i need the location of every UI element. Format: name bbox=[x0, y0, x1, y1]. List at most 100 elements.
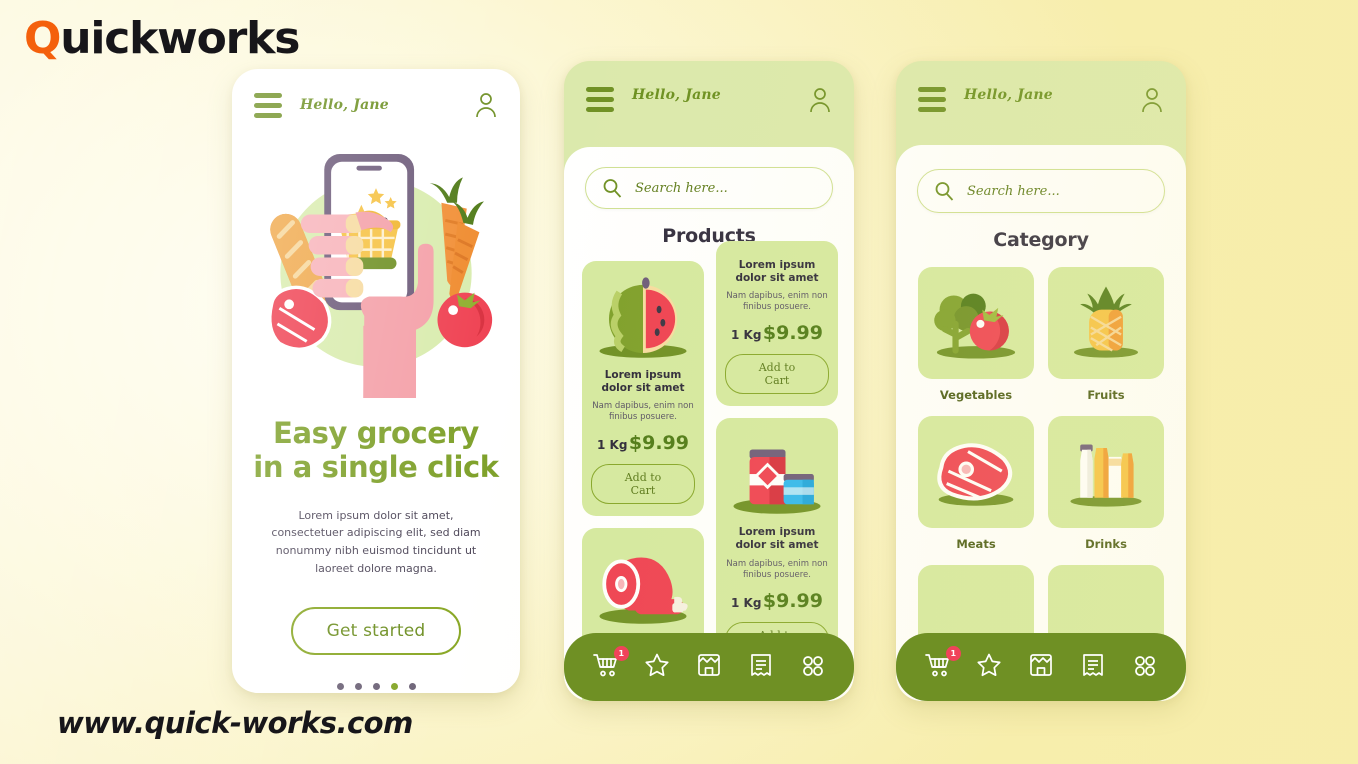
store-icon bbox=[696, 652, 722, 683]
phone-screen-onboarding: Hello, Jane Easy grocery in a single cli… bbox=[232, 69, 520, 693]
hero-title-line-2: in a single click bbox=[253, 449, 499, 484]
category-item-meats[interactable]: Meats bbox=[918, 416, 1034, 551]
nav-button-more[interactable] bbox=[1127, 650, 1161, 684]
user-icon[interactable] bbox=[1140, 87, 1164, 113]
user-icon[interactable] bbox=[474, 92, 498, 118]
search-input[interactable]: Search here... bbox=[917, 169, 1165, 213]
product-description: Nam dapibus, enim non finibus posuere. bbox=[726, 291, 828, 313]
app-header-1: Hello, Jane bbox=[232, 69, 520, 141]
carousel-dot-1[interactable] bbox=[336, 683, 344, 691]
content-panel-category: Search here... Category Vegetables Fruit… bbox=[896, 145, 1186, 701]
category-item-fruits[interactable]: Fruits bbox=[1048, 267, 1164, 402]
product-description: Nam dapibus, enim non finibus posuere. bbox=[592, 401, 694, 423]
nav-button-more[interactable] bbox=[795, 650, 829, 684]
search-placeholder: Search here... bbox=[967, 183, 1060, 199]
get-started-button[interactable]: Get started bbox=[290, 607, 462, 656]
receipt-icon bbox=[1080, 652, 1106, 683]
jars-icon bbox=[725, 428, 829, 522]
site-url: www.quick-works.com bbox=[57, 706, 413, 740]
greeting-text: Hello, Jane bbox=[632, 87, 721, 103]
brand-logo: Quickworks bbox=[24, 13, 300, 64]
phone-screen-products: Hello, Jane Search here... Products Lore… bbox=[564, 61, 854, 701]
product-price-row: 1 Kg $9.99 bbox=[725, 590, 829, 612]
greeting-text: Hello, Jane bbox=[300, 97, 389, 113]
hero-title-line-1: Easy grocery bbox=[273, 416, 479, 450]
steak-icon bbox=[937, 443, 1014, 506]
category-label: Drinks bbox=[1085, 537, 1127, 551]
category-tile[interactable] bbox=[918, 267, 1034, 379]
search-input[interactable]: Search here... bbox=[585, 167, 833, 209]
bottom-navigation: 1 bbox=[564, 633, 854, 701]
category-tile[interactable] bbox=[1048, 267, 1164, 379]
user-icon[interactable] bbox=[808, 87, 832, 113]
product-title: Lorem ipsum dolor sit amet bbox=[735, 526, 819, 552]
cta-container: Get started bbox=[232, 607, 520, 656]
product-price-row: 1 Kg $9.99 bbox=[725, 322, 829, 344]
product-title: Lorem ipsum dolor sit amet bbox=[601, 369, 685, 395]
ham-icon bbox=[591, 538, 695, 632]
add-to-cart-button[interactable]: Add to Cart bbox=[725, 354, 829, 395]
search-icon bbox=[934, 181, 954, 201]
category-label: Vegetables bbox=[939, 388, 1013, 402]
nav-button-cart[interactable]: 1 bbox=[589, 646, 629, 684]
page-background: Quickworks www.quick-works.com Hello, Ja… bbox=[0, 0, 1358, 764]
hamburger-icon[interactable] bbox=[918, 87, 946, 112]
content-panel-products: Search here... Products Lorem ipsum dolo… bbox=[564, 147, 854, 701]
app-header-2: Hello, Jane bbox=[564, 61, 854, 147]
add-to-cart-button[interactable]: Add to Cart bbox=[591, 464, 695, 505]
product-price: $9.99 bbox=[762, 589, 823, 612]
product-weight: 1 Kg bbox=[731, 328, 762, 343]
product-card[interactable]: Lorem ipsum dolor sit amet Nam dapibus, … bbox=[582, 261, 704, 517]
category-tile[interactable] bbox=[1048, 416, 1164, 528]
hamburger-icon[interactable] bbox=[586, 87, 614, 112]
cart-badge: 1 bbox=[613, 646, 629, 661]
app-header-3: Hello, Jane bbox=[896, 61, 1186, 147]
brand-logo-initial: Q bbox=[24, 13, 61, 64]
hero-illustration bbox=[232, 141, 520, 411]
hamburger-icon[interactable] bbox=[254, 92, 282, 118]
star-icon bbox=[644, 652, 670, 683]
greeting-text: Hello, Jane bbox=[964, 87, 1053, 103]
brand-logo-text: uickworks bbox=[60, 13, 300, 64]
nav-button-orders[interactable] bbox=[744, 650, 778, 684]
broccoli-tomato-icon bbox=[934, 293, 1016, 359]
category-tile[interactable] bbox=[918, 416, 1034, 528]
pineapple-icon bbox=[1074, 286, 1138, 358]
nav-button-orders[interactable] bbox=[1076, 650, 1110, 684]
product-price: $9.99 bbox=[762, 322, 823, 345]
category-label: Meats bbox=[956, 537, 996, 551]
nav-button-store[interactable] bbox=[1024, 650, 1058, 684]
search-placeholder: Search here... bbox=[635, 180, 728, 196]
product-weight: 1 Kg bbox=[597, 438, 628, 453]
product-title: Lorem ipsum dolor sit amet bbox=[735, 259, 819, 285]
product-price: $9.99 bbox=[628, 432, 689, 455]
product-price-row: 1 Kg $9.99 bbox=[591, 432, 695, 454]
nav-button-favorites[interactable] bbox=[972, 650, 1006, 684]
category-item-drinks[interactable]: Drinks bbox=[1048, 416, 1164, 551]
nav-button-store[interactable] bbox=[692, 650, 726, 684]
receipt-icon bbox=[748, 652, 774, 683]
grid-dots-icon bbox=[1131, 652, 1157, 683]
carousel-dot-2[interactable] bbox=[354, 683, 362, 691]
category-grid: Vegetables Fruits Meats Drinks bbox=[896, 251, 1186, 677]
nav-button-favorites[interactable] bbox=[640, 650, 674, 684]
grid-dots-icon bbox=[799, 652, 825, 683]
star-icon bbox=[976, 652, 1002, 683]
carousel-dots bbox=[232, 683, 520, 691]
product-weight: 1 Kg bbox=[731, 595, 762, 610]
cart-badge: 1 bbox=[945, 646, 961, 661]
bottles-icon bbox=[1070, 444, 1142, 507]
carousel-dot-4[interactable] bbox=[390, 683, 398, 691]
page-title: Easy grocery in a single click bbox=[232, 416, 520, 485]
category-item-vegetables[interactable]: Vegetables bbox=[918, 267, 1034, 402]
search-icon bbox=[602, 178, 622, 198]
hand-holding-phone-with-groceries-icon bbox=[268, 154, 493, 398]
carousel-dot-5[interactable] bbox=[408, 683, 416, 691]
phone-screen-category: Hello, Jane Search here... Category Vege… bbox=[896, 61, 1186, 701]
nav-button-cart[interactable]: 1 bbox=[921, 646, 961, 684]
carousel-dot-3[interactable] bbox=[372, 683, 380, 691]
product-card[interactable]: Lorem ipsum dolor sit amet Nam dapibus, … bbox=[716, 241, 838, 407]
hero-body-text: Lorem ipsum dolor sit amet, consectetuer… bbox=[271, 508, 481, 575]
section-title-category: Category bbox=[993, 229, 1089, 251]
category-label: Fruits bbox=[1087, 388, 1125, 402]
